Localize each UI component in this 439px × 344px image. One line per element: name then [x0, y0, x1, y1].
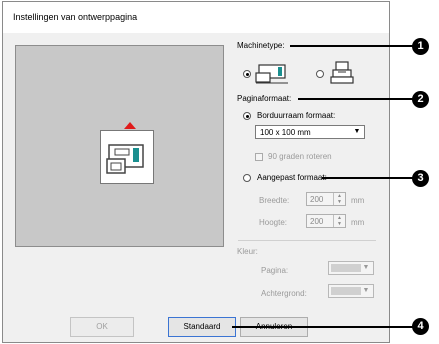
callout-badge-4: 4 [412, 318, 429, 335]
height-unit: mm [351, 218, 365, 227]
height-spinner[interactable]: 200 ▲ ▼ [306, 214, 346, 228]
page-settings-dialog: Instellingen van ontwerppagina Machinety… [2, 1, 390, 343]
background-color-swatch [331, 287, 361, 295]
design-page-preview [15, 45, 224, 247]
page-format-label: Paginaformaat: [237, 94, 292, 103]
ok-button[interactable]: OK [70, 317, 134, 337]
default-button[interactable]: Standaard [168, 317, 236, 337]
callout-line-1 [290, 45, 414, 47]
dialog-title: Instellingen van ontwerppagina [13, 12, 138, 22]
width-spinner[interactable]: 200 ▲ ▼ [306, 192, 346, 206]
background-color-select[interactable]: ▼ [328, 284, 374, 298]
embroidery-multi-needle-icon [329, 60, 355, 88]
page-color-select[interactable]: ▼ [328, 261, 374, 275]
custom-size-radio[interactable] [243, 174, 251, 182]
hoop-marker-icon [124, 122, 136, 129]
rotate-checkbox[interactable] [255, 153, 263, 161]
title-bar: Instellingen van ontwerppagina [3, 2, 389, 33]
rotate-label: 90 graden roteren [268, 152, 332, 161]
chevron-down-icon: ▼ [353, 128, 361, 135]
chevron-down-icon: ▼ [362, 287, 370, 294]
height-label: Hoogte: [259, 218, 288, 227]
chevron-down-icon: ▼ [362, 264, 370, 271]
spin-arrows-icon[interactable]: ▲ ▼ [333, 215, 345, 227]
hoop-size-select[interactable]: 100 x 100 mm ▼ [255, 125, 365, 139]
hoop-size-radio[interactable] [243, 112, 251, 120]
page-color-label: Pagina: [261, 266, 289, 275]
height-value: 200 [310, 217, 324, 226]
callout-line-3 [322, 177, 414, 179]
callout-badge-1: 1 [412, 38, 429, 55]
hoop-size-label: Borduurraam formaat: [257, 111, 336, 120]
width-unit: mm [351, 196, 365, 205]
machine-type-radio-2[interactable] [316, 70, 324, 78]
page-color-swatch [331, 264, 361, 272]
divider [238, 240, 376, 241]
width-label: Breedte: [259, 196, 290, 205]
callout-badge-3: 3 [412, 170, 429, 187]
machine-preview-icon [100, 130, 154, 184]
background-color-label: Achtergrond: [261, 289, 307, 298]
width-value: 200 [310, 195, 324, 204]
machine-type-label: Machinetype: [237, 41, 285, 50]
custom-size-label: Aangepast formaat: [257, 173, 327, 182]
callout-line-2 [298, 98, 414, 100]
callout-line-4 [232, 326, 414, 328]
callout-badge-2: 2 [412, 91, 429, 108]
spin-arrows-icon[interactable]: ▲ ▼ [333, 193, 345, 205]
hoop-size-value: 100 x 100 mm [260, 128, 311, 137]
color-label: Kleur: [237, 247, 258, 256]
machine-type-radio-1[interactable] [243, 70, 251, 78]
embroidery-machine-icon [255, 62, 289, 86]
